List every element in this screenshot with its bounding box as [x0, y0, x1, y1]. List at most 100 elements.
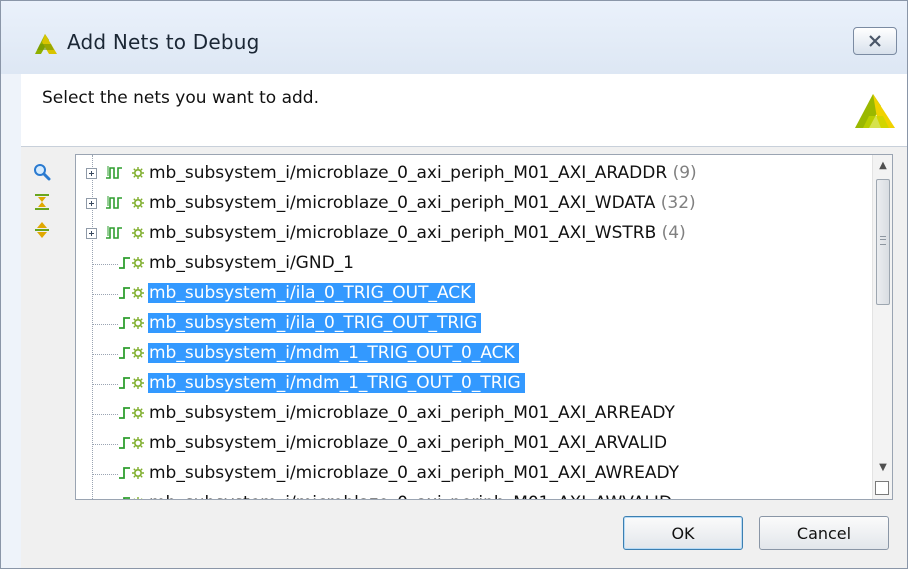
- expand-toggle-icon[interactable]: [86, 198, 97, 209]
- tree-connector: [92, 324, 118, 325]
- net-name-label: mb_subsystem_i/microblaze_0_axi_periph_M…: [148, 193, 700, 213]
- title-bar[interactable]: Add Nets to Debug: [1, 1, 907, 74]
- close-icon: [869, 35, 881, 47]
- gear-icon: [132, 377, 144, 389]
- net-name: mb_subsystem_i/mdm_1_TRIG_OUT_0_TRIG: [149, 373, 521, 393]
- net-name: mb_subsystem_i/microblaze_0_axi_periph_M…: [149, 193, 656, 213]
- net-tree[interactable]: mb_subsystem_i/microblaze_0_axi_periph_M…: [75, 154, 893, 500]
- expand-toggle-icon[interactable]: [86, 228, 97, 239]
- net-name-label: mb_subsystem_i/mdm_1_TRIG_OUT_0_TRIG: [148, 373, 525, 393]
- expand-all-button[interactable]: [31, 219, 53, 241]
- tree-connector: [92, 384, 118, 385]
- net-name: mb_subsystem_i/ila_0_TRIG_OUT_TRIG: [149, 313, 478, 333]
- gear-icon: [132, 257, 144, 269]
- gear-icon: [132, 287, 144, 299]
- dialog-body: mb_subsystem_i/microblaze_0_axi_periph_M…: [21, 147, 907, 568]
- scroll-down-button[interactable]: ▼: [873, 457, 892, 477]
- net-name: mb_subsystem_i/microblaze_0_axi_periph_M…: [149, 223, 657, 243]
- vendor-logo-icon: [855, 94, 895, 128]
- cancel-button[interactable]: Cancel: [759, 516, 889, 550]
- net-name: mb_subsystem_i/ila_0_TRIG_OUT_ACK: [149, 283, 472, 303]
- tree-row[interactable]: mb_subsystem_i/GND_1: [76, 249, 870, 279]
- gear-icon: [132, 227, 144, 239]
- wire-net-icon: [119, 377, 130, 389]
- wire-net-icon: [119, 317, 130, 329]
- vertical-scrollbar[interactable]: ▲ ▼: [872, 155, 892, 499]
- gear-icon: [132, 437, 144, 449]
- tree-row[interactable]: mb_subsystem_i/ila_0_TRIG_OUT_TRIG: [76, 309, 870, 339]
- net-name-label: mb_subsystem_i/GND_1: [148, 253, 358, 273]
- tree-row[interactable]: mb_subsystem_i/microblaze_0_axi_periph_M…: [76, 489, 870, 499]
- bus-width-count: (32): [660, 193, 696, 213]
- net-name: mb_subsystem_i/microblaze_0_axi_periph_M…: [149, 463, 680, 483]
- gear-icon: [132, 197, 144, 209]
- bus-width-count: (4): [661, 223, 686, 243]
- tree-row[interactable]: mb_subsystem_i/microblaze_0_axi_periph_M…: [76, 459, 870, 489]
- net-name-label: mb_subsystem_i/ila_0_TRIG_OUT_TRIG: [148, 313, 482, 333]
- window-title: Add Nets to Debug: [67, 30, 260, 54]
- gear-icon: [132, 407, 144, 419]
- tree-row[interactable]: mb_subsystem_i/microblaze_0_axi_periph_M…: [76, 189, 870, 219]
- tree-row[interactable]: mb_subsystem_i/microblaze_0_axi_periph_M…: [76, 159, 870, 189]
- dialog-header: Select the nets you want to add.: [21, 74, 907, 147]
- gear-icon: [132, 467, 144, 479]
- tree-connector: [92, 354, 118, 355]
- net-name-label: mb_subsystem_i/microblaze_0_axi_periph_M…: [148, 433, 671, 453]
- gear-icon: [132, 347, 144, 359]
- tree-row[interactable]: mb_subsystem_i/mdm_1_TRIG_OUT_0_TRIG: [76, 369, 870, 399]
- close-button[interactable]: [853, 27, 897, 55]
- expand-toggle-icon[interactable]: [86, 168, 97, 179]
- tree-row[interactable]: mb_subsystem_i/ila_0_TRIG_OUT_ACK: [76, 279, 870, 309]
- bus-net-icon: [106, 166, 122, 179]
- tree-row[interactable]: mb_subsystem_i/mdm_1_TRIG_OUT_0_ACK: [76, 339, 870, 369]
- bus-width-count: (9): [672, 163, 697, 183]
- grip-icon: [880, 236, 886, 245]
- tree-connector: [92, 444, 118, 445]
- net-name-label: mb_subsystem_i/ila_0_TRIG_OUT_ACK: [148, 283, 476, 303]
- bus-net-icon: [106, 226, 122, 239]
- gear-icon: [132, 317, 144, 329]
- add-nets-dialog: Add Nets to Debug Select the nets you wa…: [0, 0, 908, 569]
- wire-net-icon: [123, 497, 130, 499]
- wire-net-icon: [119, 347, 130, 359]
- wire-net-icon: [119, 257, 130, 269]
- tree-row[interactable]: mb_subsystem_i/microblaze_0_axi_periph_M…: [76, 219, 870, 249]
- tree-connector: [92, 414, 118, 415]
- gear-icon: [133, 497, 143, 499]
- app-logo-icon: [35, 34, 57, 54]
- tree-connector: [92, 294, 118, 295]
- bus-net-icon: [106, 196, 122, 209]
- wire-net-icon: [119, 287, 130, 299]
- net-name: mb_subsystem_i/microblaze_0_axi_periph_M…: [149, 403, 675, 423]
- net-name: mb_subsystem_i/microblaze_0_axi_periph_M…: [149, 493, 672, 499]
- scroll-up-button[interactable]: ▲: [873, 155, 892, 175]
- expand-all-icon: [35, 222, 49, 238]
- scroll-up-icon: ▲: [879, 159, 887, 171]
- net-name: mb_subsystem_i/mdm_1_TRIG_OUT_0_ACK: [149, 343, 515, 363]
- net-name-label: mb_subsystem_i/microblaze_0_axi_periph_M…: [148, 403, 679, 423]
- search-icon: [34, 164, 51, 181]
- net-tree-rows: mb_subsystem_i/microblaze_0_axi_periph_M…: [76, 155, 870, 499]
- net-name-label: mb_subsystem_i/microblaze_0_axi_periph_M…: [148, 463, 683, 483]
- net-name: mb_subsystem_i/microblaze_0_axi_periph_M…: [149, 163, 668, 183]
- corner-checkbox[interactable]: [875, 481, 889, 495]
- net-name-label: mb_subsystem_i/microblaze_0_axi_periph_M…: [148, 223, 690, 243]
- net-name: mb_subsystem_i/GND_1: [149, 253, 354, 273]
- tree-row[interactable]: mb_subsystem_i/microblaze_0_axi_periph_M…: [76, 399, 870, 429]
- ok-button[interactable]: OK: [623, 516, 743, 550]
- scroll-thumb[interactable]: [876, 179, 890, 305]
- wire-net-icon: [119, 437, 130, 449]
- tree-row[interactable]: mb_subsystem_i/microblaze_0_axi_periph_M…: [76, 429, 870, 459]
- scroll-down-icon: ▼: [879, 461, 887, 473]
- net-name: mb_subsystem_i/microblaze_0_axi_periph_M…: [149, 433, 668, 453]
- net-name-label: mb_subsystem_i/microblaze_0_axi_periph_M…: [148, 163, 701, 183]
- net-name-label: mb_subsystem_i/microblaze_0_axi_periph_M…: [148, 493, 676, 499]
- collapse-all-icon: [35, 194, 49, 210]
- search-button[interactable]: [31, 161, 53, 183]
- instruction-text: Select the nets you want to add.: [42, 88, 319, 108]
- gear-icon: [132, 167, 144, 179]
- collapse-all-button[interactable]: [31, 191, 53, 213]
- tree-connector: [92, 264, 118, 265]
- net-name-label: mb_subsystem_i/mdm_1_TRIG_OUT_0_ACK: [148, 343, 519, 363]
- wire-net-icon: [119, 467, 130, 479]
